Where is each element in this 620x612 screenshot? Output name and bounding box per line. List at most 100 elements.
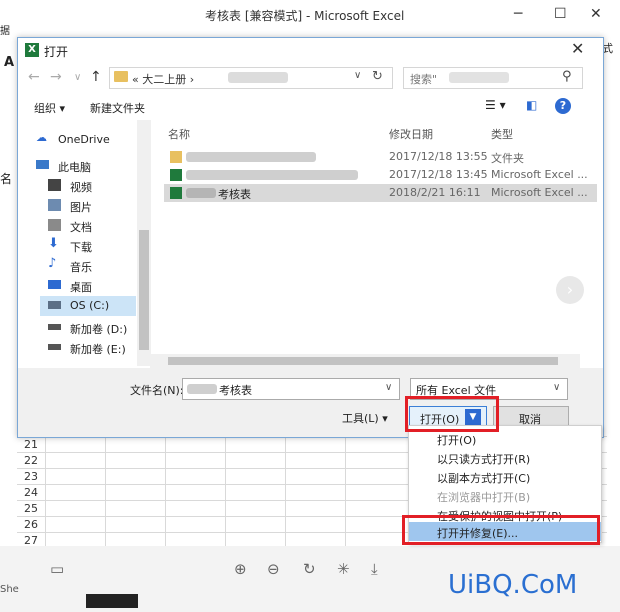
- file-row[interactable]: 2017/12/18 13:45 Microsoft Excel ...: [164, 166, 597, 184]
- breadcrumb-folder[interactable]: 大二上册: [142, 73, 186, 86]
- folder-icon: [170, 151, 182, 163]
- file-row-selected[interactable]: 考核表 2018/2/21 16:11 Microsoft Excel ...: [164, 184, 597, 202]
- filename-dropdown-icon[interactable]: ∨: [385, 382, 392, 393]
- tools-label: 工具(L): [342, 412, 379, 425]
- organize-button[interactable]: 组织 ▾: [34, 100, 65, 116]
- search-box[interactable]: 搜索" ⚲: [403, 67, 583, 89]
- nav-label: 下载: [70, 241, 92, 254]
- breadcrumb[interactable]: « 大二上册 ›: [132, 71, 194, 87]
- file-type: Microsoft Excel ...: [491, 168, 588, 181]
- menu-label: 以只读方式打开(R): [437, 453, 531, 466]
- maximize-icon[interactable]: ☐: [554, 6, 567, 22]
- excel-file-icon: [170, 169, 182, 181]
- breadcrumb-separator: ›: [189, 73, 195, 86]
- computer-icon: [36, 160, 49, 169]
- nav-label: 新加卷 (E:): [70, 343, 126, 356]
- menu-label: 打开(O): [437, 434, 477, 447]
- nav-label: OS (C:): [70, 299, 110, 312]
- picture-icon: [48, 199, 61, 211]
- menu-label: 以副本方式打开(C): [437, 472, 531, 485]
- redacted-path: [228, 72, 288, 83]
- refresh-icon[interactable]: ↻: [372, 69, 383, 84]
- download-icon[interactable]: ⤓: [371, 560, 378, 578]
- nav-label: 文档: [70, 221, 92, 234]
- navigation-pane[interactable]: ☁ OneDrive 此电脑 视频 图片 文档 ⬇ 下载 ♪ 音乐 桌面 OS …: [18, 120, 151, 366]
- nav-label: OneDrive: [58, 133, 110, 146]
- nav-label: 视频: [70, 181, 92, 194]
- row-number[interactable]: 24: [17, 486, 45, 499]
- filename-input[interactable]: 考核表 ∨: [182, 378, 400, 400]
- dialog-toolbar: 组织 ▾ 新建文件夹 ☰ ▾ ◧ ?: [18, 94, 603, 120]
- open-dialog: X 打开 ✕ ← → ∨ ↑ « 大二上册 › ∨ ↻ 搜索" ⚲ 组织 ▾ 新…: [17, 37, 604, 438]
- nav-scrollbar[interactable]: [137, 120, 151, 366]
- file-row[interactable]: 2017/12/18 13:55 文件夹: [164, 148, 597, 166]
- folder-icon: [114, 71, 128, 82]
- scroll-right-icon[interactable]: ›: [556, 276, 584, 304]
- excel-titlebar: 考核表 [兼容模式] - Microsoft Excel ─ ☐ ✕: [0, 0, 620, 30]
- redacted-search: [449, 72, 509, 83]
- back-arrow-icon[interactable]: ←: [28, 69, 40, 85]
- file-type: Microsoft Excel ...: [491, 186, 588, 199]
- excel-file-icon: [170, 187, 182, 199]
- new-folder-button[interactable]: 新建文件夹: [90, 100, 145, 116]
- dialog-titlebar: X 打开 ✕: [18, 38, 603, 64]
- address-dropdown-icon[interactable]: ∨: [354, 70, 361, 81]
- nav-scroll-thumb[interactable]: [139, 230, 149, 350]
- ribbon-fragment: 据: [0, 26, 10, 37]
- annotation-box-open: [405, 396, 499, 432]
- menu-label: 在浏览器中打开(B): [437, 491, 531, 504]
- drive-icon: [48, 344, 61, 350]
- menu-item-open-browser: 在浏览器中打开(B): [409, 486, 601, 505]
- row-number[interactable]: 23: [17, 470, 45, 483]
- row-number[interactable]: 21: [17, 438, 45, 451]
- rotate-icon[interactable]: ↻: [303, 560, 316, 578]
- dialog-close-icon[interactable]: ✕: [571, 39, 584, 58]
- nav-label: 此电脑: [58, 161, 91, 174]
- row-number[interactable]: 25: [17, 502, 45, 515]
- effects-icon[interactable]: ✳: [337, 560, 350, 578]
- filename-label: 文件名(N):: [130, 384, 184, 397]
- search-icon[interactable]: ⚲: [562, 69, 572, 84]
- forward-arrow-icon[interactable]: →: [50, 69, 62, 85]
- nav-label: 新加卷 (D:): [70, 323, 128, 336]
- dialog-title: 打开: [44, 45, 69, 59]
- preview-pane-icon[interactable]: ◧: [526, 98, 537, 112]
- drive-icon: [48, 324, 61, 330]
- column-header-date[interactable]: 修改日期: [389, 126, 433, 142]
- row-number[interactable]: 22: [17, 454, 45, 467]
- view-options-icon[interactable]: ☰ ▾: [485, 98, 506, 112]
- nav-item-this-pc[interactable]: 此电脑: [36, 156, 148, 176]
- tools-button[interactable]: 工具(L) ▾: [342, 410, 388, 426]
- screen-icon[interactable]: ▭: [50, 560, 64, 578]
- zoom-in-icon[interactable]: ⊕: [234, 560, 247, 578]
- menu-item-open-readonly[interactable]: 以只读方式打开(R): [409, 448, 601, 467]
- navigation-row: ← → ∨ ↑ « 大二上册 › ∨ ↻ 搜索" ⚲: [18, 64, 603, 92]
- nav-item-os-c[interactable]: OS (C:): [40, 296, 136, 316]
- redacted-name: [186, 188, 216, 198]
- address-bar[interactable]: « 大二上册 › ∨ ↻: [109, 67, 393, 89]
- annotation-box-repair: [402, 515, 600, 545]
- column-header-type[interactable]: 类型: [491, 126, 513, 142]
- close-icon[interactable]: ✕: [590, 6, 602, 22]
- zoom-out-icon[interactable]: ⊖: [267, 560, 280, 578]
- menu-item-open-copy[interactable]: 以副本方式打开(C): [409, 467, 601, 486]
- sheet-tab-fragment[interactable]: She: [0, 584, 19, 595]
- file-type: 文件夹: [491, 152, 524, 165]
- search-placeholder: 搜索": [410, 73, 438, 86]
- filter-dropdown-icon[interactable]: ∨: [553, 382, 560, 393]
- drive-icon: [48, 301, 61, 309]
- file-list[interactable]: 名称 修改日期 类型 2017/12/18 13:55 文件夹 2017/12/…: [164, 120, 597, 366]
- download-icon: ⬇: [48, 236, 59, 251]
- document-icon: [48, 219, 61, 231]
- breadcrumb-prefix: «: [132, 73, 139, 86]
- horizontal-scroll-thumb[interactable]: [168, 357, 558, 365]
- music-icon: ♪: [48, 256, 57, 271]
- horizontal-scrollbar[interactable]: [150, 354, 580, 368]
- help-icon[interactable]: ?: [555, 98, 571, 114]
- row-number[interactable]: 26: [17, 518, 45, 531]
- minimize-icon[interactable]: ─: [514, 6, 522, 22]
- nav-item-onedrive[interactable]: ☁ OneDrive: [36, 130, 148, 150]
- up-arrow-icon[interactable]: ↑: [90, 69, 102, 85]
- column-header-name[interactable]: 名称: [168, 126, 190, 142]
- recent-dropdown-icon[interactable]: ∨: [74, 72, 81, 83]
